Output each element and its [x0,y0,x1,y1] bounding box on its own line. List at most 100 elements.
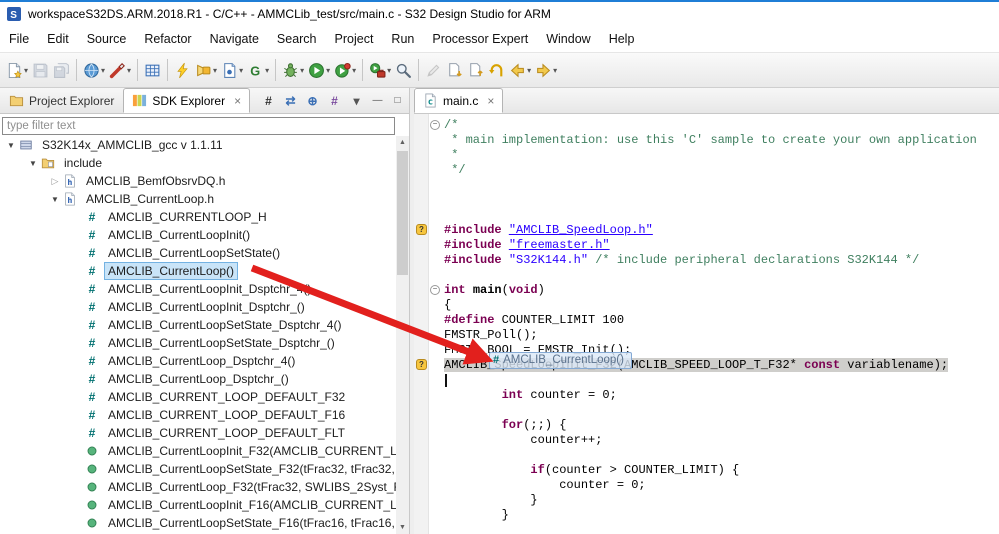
collapse-arrow-icon[interactable]: ▼ [26,159,40,168]
scrollbar-thumb[interactable] [397,151,408,275]
tree-item[interactable]: # AMCLIB_CurrentLoopInit_Dsptchr_4() [0,280,396,298]
code-line[interactable]: FMSTR_BOOL = FMSTR_Init(); [444,343,999,358]
menu-item-help[interactable]: Help [600,27,644,51]
collapse-arrow-icon[interactable]: ▼ [48,195,62,204]
minimize-view-button[interactable]: — [369,92,386,109]
tree-item[interactable]: ▼ include [0,154,396,172]
tree-item[interactable]: # AMCLIB_CURRENTLOOP_H [0,208,396,226]
maximize-view-button[interactable]: □ [389,92,406,109]
show-macros-button[interactable]: # [259,91,278,110]
view-menu-button[interactable]: ▾ [347,91,366,110]
menu-item-edit[interactable]: Edit [38,27,78,51]
expand-all-button[interactable]: ⊕ [303,91,322,110]
dropdown-arrow-icon[interactable]: ▾ [300,66,304,75]
tree-item[interactable]: AMCLIB_CurrentLoopInit_F32(AMCLIB_CURREN… [0,442,396,460]
help-annotation-icon[interactable]: ? [416,224,427,235]
search-button[interactable] [393,57,414,83]
debug-button[interactable]: ▾ [280,57,306,83]
help-annotation-icon[interactable]: ? [416,359,427,370]
code-line[interactable]: counter = 0; [444,478,999,493]
dropdown-arrow-icon[interactable]: ▾ [101,66,105,75]
code-line[interactable]: AMCLIB_SpeedLoopInit_F32(AMCLIB_SPEED_LO… [444,358,999,373]
tree-item[interactable]: AMCLIB_CurrentLoopSetState_F32(tFrac32, … [0,460,396,478]
code-line[interactable]: if(counter > COUNTER_LIMIT) { [444,463,999,478]
profile-button[interactable]: ▾ [332,57,358,83]
dropdown-arrow-icon[interactable]: ▾ [387,66,391,75]
tree-item[interactable]: # AMCLIB_CurrentLoop() [0,262,396,280]
code-line[interactable] [444,403,999,418]
code-line[interactable]: #include "freemaster.h" [444,238,999,253]
menu-item-project[interactable]: Project [326,27,383,51]
tree-item[interactable]: # AMCLIB_CurrentLoopSetState_Dsptchr_4() [0,316,396,334]
debug-configurations-button[interactable]: ▾ [81,57,107,83]
code-line[interactable] [444,373,999,388]
filter-macros-button[interactable]: # [325,91,344,110]
collapse-arrow-icon[interactable]: ▼ [4,141,18,150]
menu-item-file[interactable]: File [0,27,38,51]
code-line[interactable]: FMSTR_Poll(); [444,328,999,343]
tree-item[interactable]: # AMCLIB_CurrentLoopInit_Dsptchr_() [0,298,396,316]
tree-item[interactable]: # AMCLIB_CurrentLoopSetState() [0,244,396,262]
code-line[interactable] [444,178,999,193]
dropdown-arrow-icon[interactable]: ▾ [24,66,28,75]
dropdown-arrow-icon[interactable]: ▾ [553,66,557,75]
dropdown-arrow-icon[interactable]: ▾ [527,66,531,75]
code-line[interactable]: } [444,493,999,508]
tree-item[interactable]: # AMCLIB_CURRENT_LOOP_DEFAULT_F32 [0,388,396,406]
tab-main-c[interactable]: c main.c × [414,88,504,113]
expand-arrow-icon[interactable]: ▷ [48,176,62,187]
tree-item[interactable]: ▼ S32K14x_AMMCLIB_gcc v 1.1.11 [0,136,396,154]
new-source-file-button[interactable] [142,57,163,83]
code-line[interactable]: int main(void) [444,283,999,298]
menu-item-refactor[interactable]: Refactor [135,27,200,51]
last-edit-location-button[interactable] [486,57,507,83]
fold-collapse-icon[interactable]: − [430,120,440,130]
code-line[interactable]: { [444,298,999,313]
tree-item[interactable]: # AMCLIB_CURRENT_LOOP_DEFAULT_F16 [0,406,396,424]
code-line[interactable]: int counter = 0; [444,388,999,403]
tree-item[interactable]: # AMCLIB_CURRENT_LOOP_DEFAULT_FLT [0,424,396,442]
tree-item[interactable]: AMCLIB_CurrentLoopSetState_F16(tFrac16, … [0,514,396,532]
tree-item[interactable]: AMCLIB_CurrentLoopInit_F16(AMCLIB_CURREN… [0,496,396,514]
code-line[interactable] [444,193,999,208]
previous-annotation-button[interactable] [465,57,486,83]
tree-item[interactable]: ▼ h AMCLIB_CurrentLoop.h [0,190,396,208]
filter-input[interactable] [2,117,395,135]
menu-item-run[interactable]: Run [382,27,423,51]
external-tools-button[interactable]: ▾ [367,57,393,83]
tree-item[interactable]: # AMCLIB_CurrentLoop_Dsptchr_() [0,370,396,388]
code-line[interactable]: #define COUNTER_LIMIT 100 [444,313,999,328]
code-line[interactable] [444,523,999,534]
menu-item-window[interactable]: Window [537,27,599,51]
dropdown-arrow-icon[interactable]: ▾ [213,66,217,75]
code-line[interactable]: */ [444,163,999,178]
open-element-button[interactable]: ▾ [219,57,245,83]
menu-item-source[interactable]: Source [78,27,136,51]
dropdown-arrow-icon[interactable]: ▾ [326,66,330,75]
search-flashlight-button[interactable]: ▾ [193,57,219,83]
code-line[interactable]: } [444,508,999,523]
close-tab-icon[interactable]: × [234,94,241,108]
new-button[interactable]: ▾ [4,57,30,83]
link-with-editor-button[interactable]: ⇄ [281,91,300,110]
dropdown-arrow-icon[interactable]: ▾ [127,66,131,75]
code-line[interactable]: for(;;) { [444,418,999,433]
back-button[interactable]: ▾ [507,57,533,83]
code-generator-button[interactable]: G ▾ [245,57,271,83]
code-line[interactable] [444,448,999,463]
tree-item[interactable]: ▷ h AMCLIB_BemfObsrvDQ.h [0,172,396,190]
fold-collapse-icon[interactable]: − [430,285,440,295]
scroll-up-arrow-icon[interactable]: ▲ [396,136,409,149]
close-tab-icon[interactable]: × [487,94,494,108]
tree-item[interactable]: # AMCLIB_CurrentLoop_Dsptchr_4() [0,352,396,370]
scroll-down-arrow-icon[interactable]: ▼ [396,521,409,534]
flash-from-file-button[interactable] [172,57,193,83]
code-line[interactable]: * main implementation: use this 'C' samp… [444,133,999,148]
menu-item-navigate[interactable]: Navigate [201,27,268,51]
code-line[interactable]: #include "AMCLIB_SpeedLoop.h" [444,223,999,238]
code-line[interactable]: counter++; [444,433,999,448]
tree-item[interactable]: AMCLIB_CurrentLoop_F32(tFrac32, SWLIBS_2… [0,478,396,496]
code-line[interactable]: * [444,148,999,163]
dropdown-arrow-icon[interactable]: ▾ [352,66,356,75]
forward-button[interactable]: ▾ [533,57,559,83]
